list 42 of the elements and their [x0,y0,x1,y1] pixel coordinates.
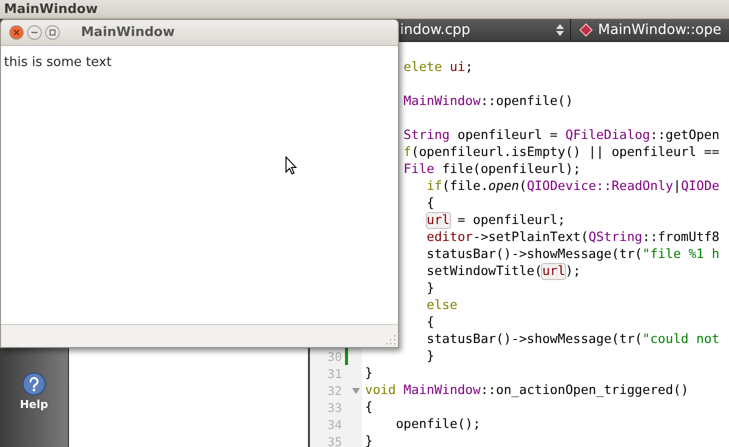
code-line: setWindowTitle(url); [426,263,581,280]
code-line: { [426,314,434,331]
code-line: MainWindow::openfile() [402,93,574,110]
line-number: 33 [326,400,342,414]
close-button[interactable] [9,25,24,40]
minimize-button[interactable] [27,25,42,40]
code-line: statusBar()->showMessage(tr("could not [426,331,720,348]
window-text: this is some text [4,55,112,70]
file-dropdown[interactable]: indow.cpp [400,19,571,41]
symbol-dropdown[interactable]: MainWindow::ope [571,22,722,38]
mouse-pointer-icon [285,156,297,175]
size-grip-icon[interactable] [385,334,396,345]
code-line: url = openfileurl; [426,212,566,229]
window-title: MainWindow [81,25,175,40]
code-line: File file(openfileurl); [402,161,581,178]
code-line: else [426,297,458,314]
code-line: { [426,195,434,212]
code-line: } [365,433,373,447]
line-number: 31 [326,366,342,380]
diamond-icon [579,23,593,37]
code-line: void MainWindow::on_actionOpen_triggered() [365,382,689,399]
maximize-button[interactable] [45,25,60,40]
screen-title: MainWindow [4,2,98,16]
code-line: statusBar()->showMessage(tr("file %1 h [426,246,720,263]
code-line: openfile(); [394,416,481,433]
code-line: editor->setPlainText(QString::fromUtf8 [426,229,720,246]
line-number: 30 [326,350,342,364]
fold-arrow-icon[interactable] [352,388,360,394]
code-line: } [426,280,434,297]
code-line: f(openfileurl.isEmpty() || openfileurl == [402,144,720,161]
up-down-arrows-icon [556,24,564,36]
line-number: 32 [326,384,342,398]
code-line: { [365,399,373,416]
code-line: String openfileurl = QFileDialog::getOpen [402,127,720,144]
line-number: 35 [326,434,342,447]
code-line: } [426,348,434,365]
line-number: 34 [326,418,342,432]
code-line: if(file.open(QIODevice::ReadOnly|QIODe [426,178,720,195]
code-line: elete ui; [402,59,473,76]
code-line: } [365,365,373,382]
help-mode-button[interactable]: Help [20,372,48,411]
help-icon [22,372,46,396]
